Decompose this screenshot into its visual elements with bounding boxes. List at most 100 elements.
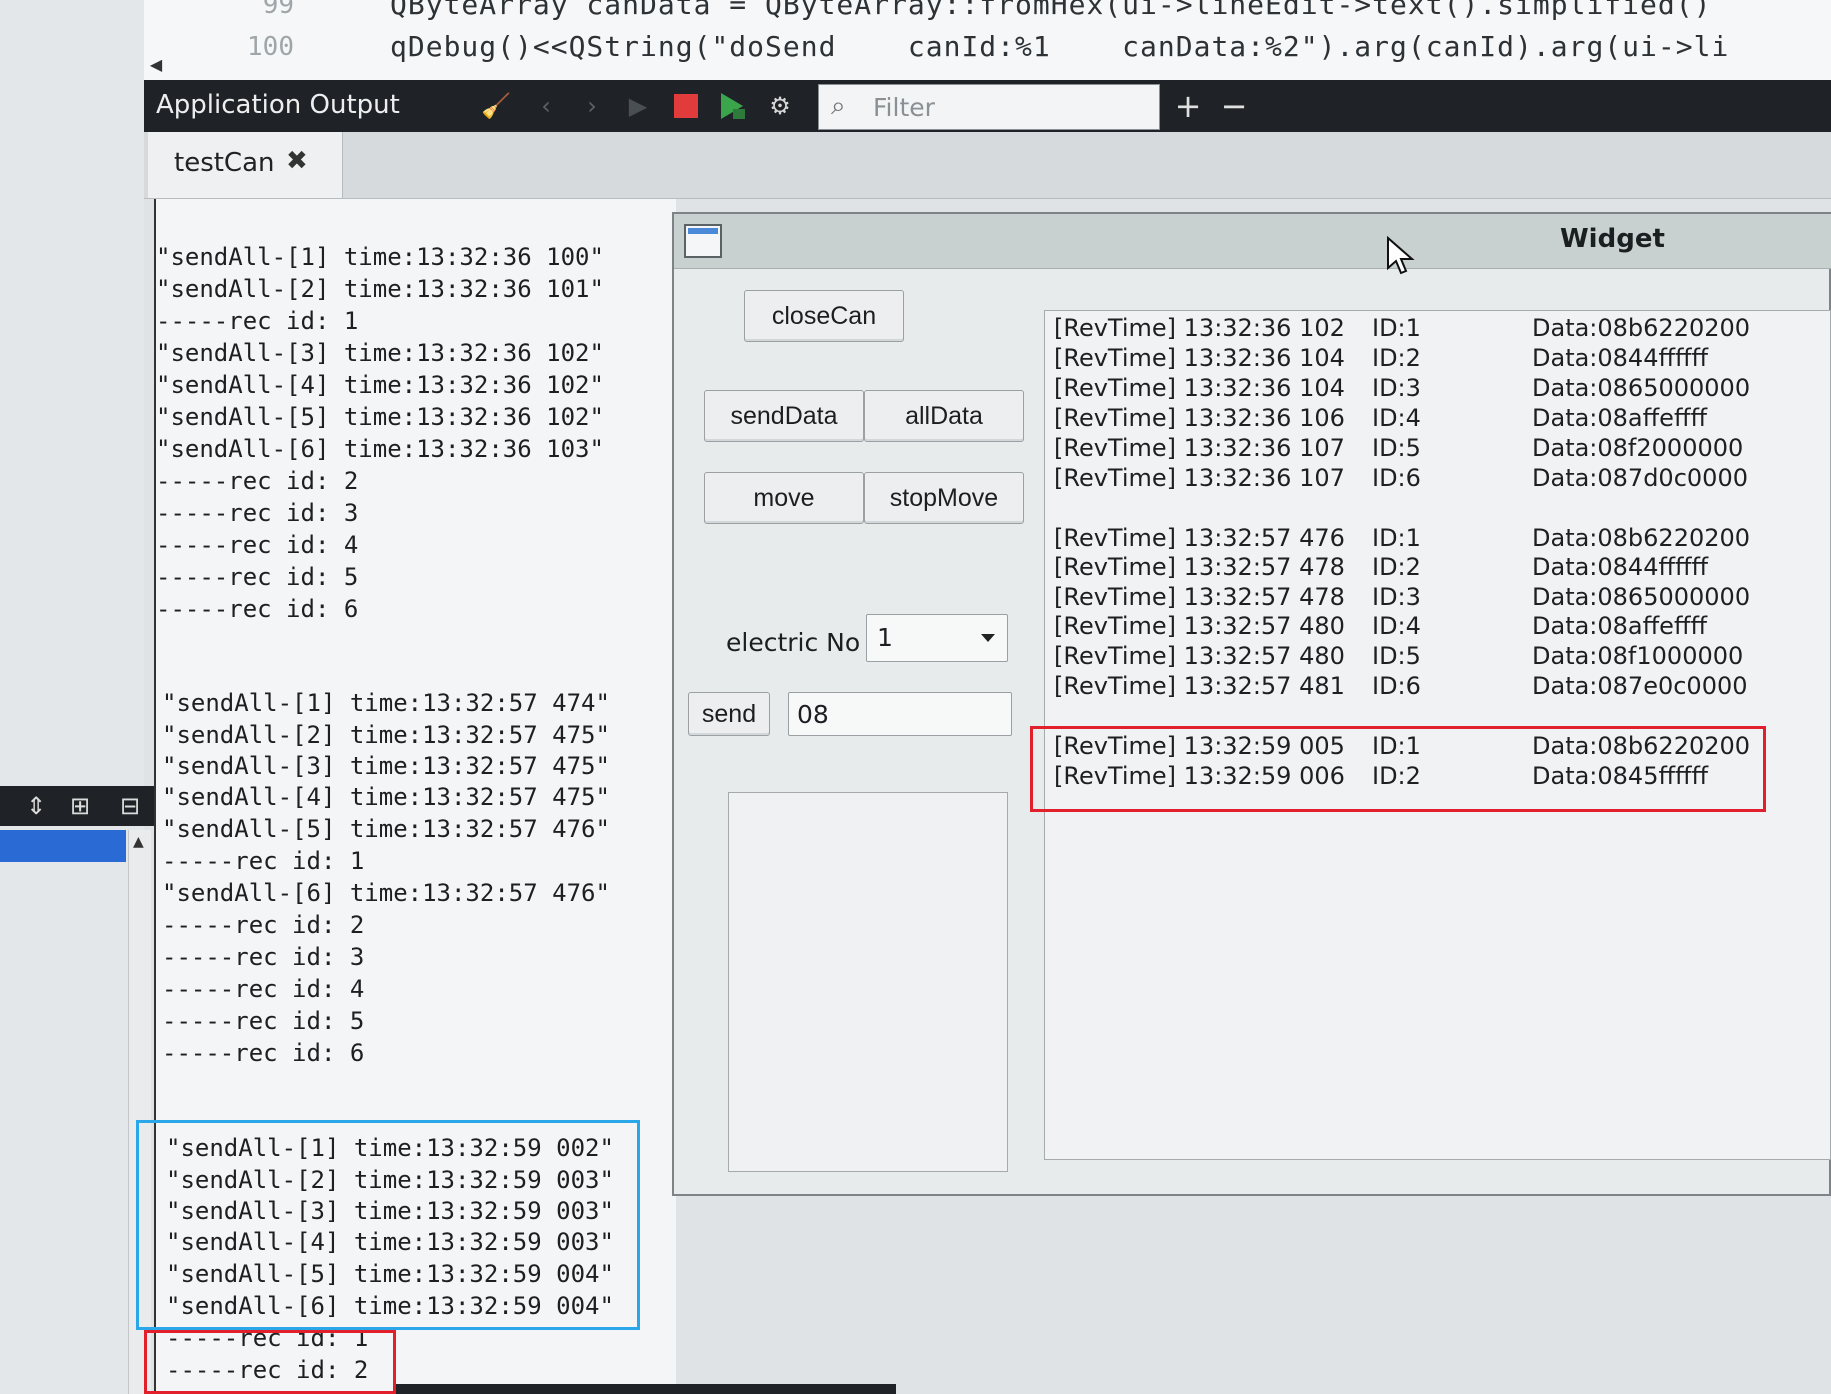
tab-testcan[interactable]: testCan ✖	[148, 132, 343, 198]
console-line: -----rec id: 5	[156, 563, 359, 591]
window-menu-icon[interactable]	[684, 224, 722, 258]
zoom-out-icon[interactable]: −	[1216, 88, 1252, 124]
sidebar-toolbar: ⇕ ⊞ ⊟	[0, 786, 154, 826]
console-line: -----rec id: 4	[162, 975, 365, 1003]
stop-icon[interactable]	[668, 88, 704, 124]
zoom-in-icon[interactable]: +	[1170, 88, 1206, 124]
rev-data: Data:0865000000	[1532, 374, 1751, 402]
widget-title: Widget	[1560, 224, 1665, 254]
rev-data: Data:08f1000000	[1532, 642, 1744, 670]
console-line: -----rec id: 3	[156, 499, 359, 527]
rev-data: Data:087e0c0000	[1532, 672, 1748, 700]
rev-id: ID:4	[1372, 404, 1421, 432]
rev-id: ID:3	[1372, 374, 1421, 402]
move-button[interactable]: move	[704, 472, 864, 524]
console-line: "sendAll-[5] time:13:32:57 476"	[162, 815, 610, 843]
filter-placeholder: Filter	[873, 93, 935, 122]
settings-icon[interactable]: ⚙	[762, 88, 798, 124]
send-button[interactable]: send	[688, 692, 770, 736]
rev-data: Data:08b6220200	[1532, 524, 1751, 552]
red-highlight-box	[144, 1330, 396, 1394]
run-icon[interactable]: ▶	[620, 88, 656, 124]
console-line: "sendAll-[3] time:13:32:57 475"	[162, 752, 610, 780]
line-number: 100	[247, 32, 294, 62]
sidebar-selected-item[interactable]	[0, 830, 126, 862]
debug-run-icon[interactable]	[714, 88, 750, 124]
filter-input[interactable]: ⌕ Filter	[818, 84, 1160, 130]
output-toolbar: Application Output 🧹 ‹ › ▶ ⚙ ⌕ Filter + …	[144, 80, 1831, 132]
console-line: "sendAll-[5] time:13:32:36 102"	[156, 403, 604, 431]
console-line: "sendAll-[1] time:13:32:36 100"	[156, 243, 604, 271]
console-line: -----rec id: 2	[156, 467, 359, 495]
rev-time: [RevTime] 13:32:57 480	[1054, 642, 1345, 670]
rev-time: [RevTime] 13:32:57 478	[1054, 553, 1345, 581]
next-icon[interactable]: ›	[574, 88, 610, 124]
prev-icon[interactable]: ‹	[528, 88, 564, 124]
rev-data: Data:08f2000000	[1532, 434, 1744, 462]
rev-id: ID:5	[1372, 642, 1421, 670]
scroll-left-icon[interactable]: ◀	[144, 52, 168, 78]
output-tabs: testCan ✖	[144, 132, 1831, 199]
rev-time: [RevTime] 13:32:36 107	[1054, 434, 1345, 462]
search-icon: ⌕	[831, 91, 846, 121]
code-line[interactable]: qDebug()<<QString("doSend canId:%1 canDa…	[390, 30, 1729, 63]
rev-data: Data:08b6220200	[1532, 314, 1751, 342]
rev-time: [RevTime] 13:32:36 106	[1054, 404, 1345, 432]
code-line[interactable]: QByteArray canData = QByteArray::fromHex…	[390, 0, 1711, 21]
console-line: "sendAll-[1] time:13:32:57 474"	[162, 689, 610, 717]
electric-no-select[interactable]: 1	[866, 614, 1008, 662]
close-can-button[interactable]: closeCan	[744, 290, 904, 342]
console-line: "sendAll-[2] time:13:32:57 475"	[162, 721, 610, 749]
rev-id: ID:2	[1372, 344, 1421, 372]
sort-icon[interactable]: ⇕	[18, 788, 54, 824]
console-line: -----rec id: 1	[162, 847, 365, 875]
console-line: "sendAll-[2] time:13:32:36 101"	[156, 275, 604, 303]
electric-no-value: 1	[877, 623, 893, 652]
rev-id: ID:5	[1372, 434, 1421, 462]
output-panel-title: Application Output	[156, 90, 400, 120]
console-line: -----rec id: 4	[156, 531, 359, 559]
console-line: "sendAll-[4] time:13:32:57 475"	[162, 783, 610, 811]
send-data-value: 08	[797, 700, 829, 729]
rev-time: [RevTime] 13:32:36 104	[1054, 344, 1345, 372]
all-data-button[interactable]: allData	[864, 390, 1024, 442]
stop-move-button[interactable]: stopMove	[864, 472, 1024, 524]
clean-icon[interactable]: 🧹	[478, 88, 514, 124]
rev-time: [RevTime] 13:32:57 478	[1054, 583, 1345, 611]
mouse-cursor-icon	[1387, 236, 1415, 275]
console-line: "sendAll-[6] time:13:32:57 476"	[162, 879, 610, 907]
console-bottom-bar	[396, 1384, 896, 1394]
rev-data: Data:08affeffff	[1532, 612, 1708, 640]
code-editor[interactable]: 99 QByteArray canData = QByteArray::from…	[144, 0, 1831, 81]
scroll-up-icon[interactable]: ▲	[133, 834, 144, 850]
left-sidebar	[0, 0, 144, 1394]
rev-id: ID:2	[1372, 553, 1421, 581]
rev-data: Data:08affeffff	[1532, 404, 1708, 432]
split-add-icon[interactable]: ⊞	[62, 788, 98, 824]
rev-data: Data:0844ffffff	[1532, 344, 1709, 372]
line-number: 99	[262, 0, 294, 20]
close-pane-icon[interactable]: ⊟	[112, 788, 148, 824]
rev-time: [RevTime] 13:32:57 481	[1054, 672, 1345, 700]
rev-id: ID:1	[1372, 524, 1421, 552]
log-textbox[interactable]	[728, 792, 1008, 1172]
send-data-button[interactable]: sendData	[704, 390, 864, 442]
console-line: "sendAll-[4] time:13:32:36 102"	[156, 371, 604, 399]
send-data-input[interactable]: 08	[788, 692, 1012, 736]
tab-label: testCan	[174, 148, 275, 178]
rev-id: ID:3	[1372, 583, 1421, 611]
console-line: -----rec id: 6	[162, 1039, 365, 1067]
rev-data: Data:0844ffffff	[1532, 553, 1709, 581]
rev-data: Data:0865000000	[1532, 583, 1751, 611]
close-icon[interactable]: ✖	[286, 146, 308, 176]
electric-no-label: electric No	[726, 628, 861, 657]
blue-highlight-box	[136, 1120, 640, 1330]
widget-window: Widget closeCan sendData allData move st…	[672, 212, 1831, 1196]
rev-id: ID:1	[1372, 314, 1421, 342]
console-line: -----rec id: 3	[162, 943, 365, 971]
console-line: "sendAll-[3] time:13:32:36 102"	[156, 339, 604, 367]
red-highlight-box	[1030, 726, 1766, 812]
widget-titlebar[interactable]: Widget	[674, 214, 1831, 269]
console-line: "sendAll-[6] time:13:32:36 103"	[156, 435, 604, 463]
console-line: -----rec id: 5	[162, 1007, 365, 1035]
